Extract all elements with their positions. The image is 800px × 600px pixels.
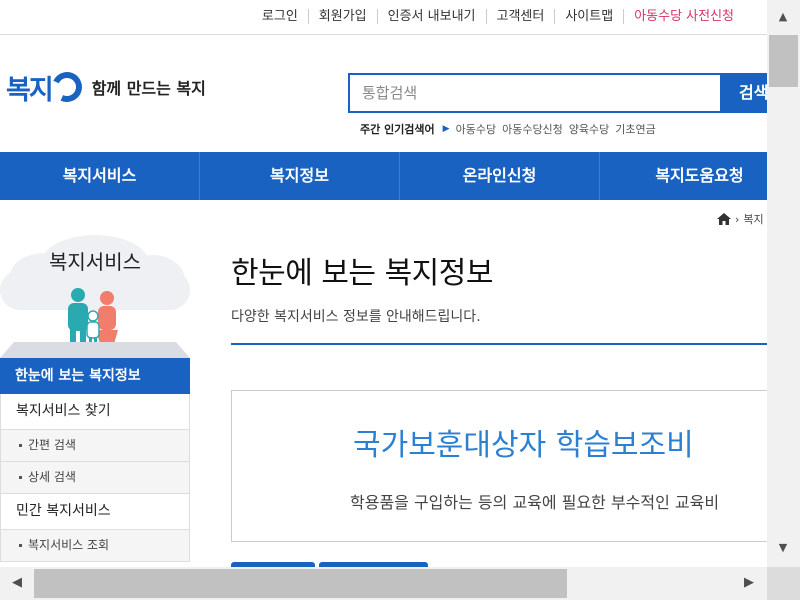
nav-welfare-services[interactable]: 복지서비스 <box>0 152 200 200</box>
login-link[interactable]: 로그인 <box>252 9 308 24</box>
side-menu-sub-label: 상세 검색 <box>28 470 76 484</box>
horizontal-scroll-thumb[interactable] <box>34 569 567 598</box>
bullet-icon <box>19 444 22 447</box>
info-card <box>231 390 767 542</box>
side-menu-item-private-services[interactable]: 민간 복지서비스 <box>0 494 190 530</box>
scroll-left-arrow-icon[interactable]: ◀ <box>9 575 25 590</box>
breadcrumb-separator-icon: › <box>735 212 740 226</box>
search-box <box>348 73 722 113</box>
popular-keywords-title: 주간 인기검색어 <box>360 123 435 136</box>
customer-center-link[interactable]: 고객센터 <box>485 9 555 24</box>
sitemap-link[interactable]: 사이트맵 <box>554 9 623 24</box>
side-menu-sub-service-lookup[interactable]: 복지서비스 조회 <box>0 530 190 562</box>
side-menu-sub-label: 복지서비스 조회 <box>28 538 110 552</box>
popular-keyword[interactable]: 기초연금 <box>615 121 655 137</box>
logo-mark: 복지 <box>6 74 54 106</box>
scrollbar-corner <box>767 567 800 600</box>
nav-help-request[interactable]: 복지도움요청 <box>600 152 767 200</box>
bullet-icon <box>19 544 22 547</box>
nav-welfare-info[interactable]: 복지정보 <box>200 152 400 200</box>
popular-keyword[interactable]: 양육수당 <box>569 121 609 137</box>
arrow-right-icon: ▶ <box>442 124 450 134</box>
search-input[interactable] <box>350 75 720 111</box>
side-menu-item-at-a-glance[interactable]: 한눈에 보는 복지정보 <box>0 358 190 394</box>
title-divider <box>231 343 767 345</box>
side-menu-sub-simple-search[interactable]: 간편 검색 <box>0 430 190 462</box>
popular-keyword[interactable]: 아동수당 <box>456 121 496 137</box>
search-button[interactable]: 검색 <box>722 73 767 113</box>
breadcrumb: › 복지 <box>717 211 764 227</box>
popular-keywords: 주간 인기검색어 ▶ 아동수당 아동수당신청 양육수당 기초연금 <box>360 121 662 137</box>
scroll-up-arrow-icon[interactable]: ▲ <box>775 10 791 23</box>
export-certificate-link[interactable]: 인증서 내보내기 <box>376 9 486 24</box>
side-menu-item-find-services[interactable]: 복지서비스 찾기 <box>0 394 190 430</box>
breadcrumb-current[interactable]: 복지 <box>743 211 763 227</box>
signup-link[interactable]: 회원가입 <box>307 9 377 24</box>
nav-online-application[interactable]: 온라인신청 <box>400 152 600 200</box>
info-card-description: 학용품을 구입하는 등의 교육에 필요한 부수적인 교육비 <box>350 493 720 512</box>
site-logo[interactable]: 복지 함께 만드는 복지 <box>6 62 206 112</box>
utility-bar: 로그인 회원가입 인증서 내보내기 고객센터 사이트맵 아동수당 사전신청 <box>0 0 767 35</box>
popular-keyword[interactable]: 아동수당신청 <box>502 121 563 137</box>
info-card-title: 국가보훈대상자 학습보조비 <box>353 428 694 463</box>
side-menu-sub-label: 간편 검색 <box>28 438 76 452</box>
side-menu: 한눈에 보는 복지정보 복지서비스 찾기 간편 검색 상세 검색 민간 복지서비… <box>0 358 190 562</box>
scroll-down-arrow-icon[interactable]: ▼ <box>775 541 791 554</box>
page-description: 다양한 복지서비스 정보를 안내해드립니다. <box>231 309 481 325</box>
page-viewport: 로그인 회원가입 인증서 내보내기 고객센터 사이트맵 아동수당 사전신청 복지… <box>0 0 767 567</box>
bullet-icon <box>19 476 22 479</box>
logo-slogan: 함께 만드는 복지 <box>91 79 206 98</box>
side-ledge <box>0 342 190 358</box>
page-title: 한눈에 보는 복지정보 <box>231 256 493 291</box>
main-nav: 복지서비스 복지정보 온라인신청 복지도움요청 <box>0 152 767 200</box>
side-menu-title: 복지서비스 <box>49 250 141 274</box>
home-icon[interactable] <box>717 213 731 225</box>
scroll-right-arrow-icon[interactable]: ▶ <box>741 575 757 590</box>
logo-ring-icon <box>47 67 86 107</box>
vertical-scroll-thumb[interactable] <box>769 35 798 87</box>
side-menu-sub-detail-search[interactable]: 상세 검색 <box>0 462 190 494</box>
child-allowance-preapply-link[interactable]: 아동수당 사전신청 <box>623 9 744 24</box>
